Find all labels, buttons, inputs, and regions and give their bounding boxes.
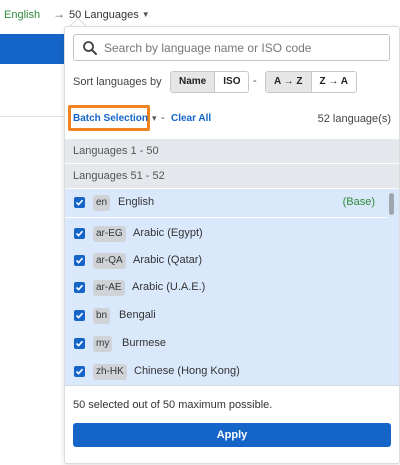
sort-label: Sort languages by <box>73 76 162 88</box>
language-code: my <box>93 336 113 352</box>
sort-by-iso-button[interactable]: ISO <box>214 72 249 92</box>
search-box <box>73 34 390 61</box>
language-name: Bengali <box>119 309 156 321</box>
checkbox[interactable] <box>74 255 85 266</box>
language-count: 52 language(s) <box>317 113 391 125</box>
sort-row: Sort languages by Name ISO - A → Z Z → A <box>73 71 393 93</box>
batch-separator: - <box>161 112 165 124</box>
check-icon <box>75 368 84 375</box>
batch-row: Batch Selection ▾ - Clear All 52 languag… <box>65 104 399 134</box>
language-row[interactable]: my Burmese <box>65 330 387 358</box>
check-icon <box>75 284 84 291</box>
apply-button[interactable]: Apply <box>73 423 391 447</box>
batch-selection-link[interactable]: Batch Selection <box>73 113 148 124</box>
selection-status: 50 selected out of 50 maximum possible. <box>73 399 273 411</box>
language-name: Chinese (Hong Kong) <box>134 365 240 377</box>
language-row[interactable]: ar-AE Arabic (U.A.E.) <box>65 274 387 302</box>
checkbox[interactable] <box>74 228 85 239</box>
language-row[interactable]: ar-EG Arabic (Egypt) <box>65 220 387 248</box>
language-selector-page: English → 50 Languages▼ Sort languages b… <box>0 0 400 465</box>
language-row[interactable]: ar-QA Arabic (Qatar) <box>65 247 387 275</box>
sort-z-a-button[interactable]: Z → A <box>310 72 357 92</box>
language-name: Arabic (U.A.E.) <box>132 281 206 293</box>
divider <box>65 385 399 386</box>
language-row[interactable]: bn Bengali <box>65 302 387 330</box>
language-row[interactable]: en English (Base) <box>65 189 387 218</box>
sort-order-toggle: A → Z Z → A <box>265 71 358 93</box>
language-list: en English (Base) ar-EG Arabic (Egypt) a… <box>65 189 399 385</box>
language-code: en <box>93 195 111 211</box>
search-input[interactable] <box>104 38 384 58</box>
check-icon <box>75 230 84 237</box>
language-name: Burmese <box>122 337 167 349</box>
divider <box>65 217 387 218</box>
check-icon <box>75 199 84 206</box>
list-scrollbar[interactable] <box>389 191 396 381</box>
sort-by-name-button[interactable]: Name <box>171 72 215 92</box>
group-header-1-50[interactable]: Languages 1 - 50 <box>65 139 399 163</box>
languages-dropdown-toggle[interactable]: 50 Languages ▼ <box>69 9 150 21</box>
checkbox[interactable] <box>74 282 85 293</box>
language-code: ar-QA <box>93 253 126 269</box>
language-name: Arabic (Qatar) <box>133 254 203 266</box>
arrow-right-icon: → <box>53 7 65 21</box>
divider <box>0 116 64 117</box>
language-code: ar-EG <box>93 226 126 242</box>
base-badge: (Base) <box>342 196 375 208</box>
language-dropdown-panel: Sort languages by Name ISO - A → Z Z → A… <box>64 26 400 464</box>
language-row[interactable]: zh-HK Chinese (Hong Kong) <box>65 358 387 385</box>
group-header-51-52[interactable]: Languages 51 - 52 <box>65 164 399 188</box>
language-code: zh-HK <box>93 364 127 380</box>
current-language-link[interactable]: English <box>4 9 40 21</box>
language-code: ar-AE <box>93 280 125 296</box>
language-name: Arabic (Egypt) <box>133 227 203 239</box>
checkbox[interactable] <box>74 338 85 349</box>
caret-down-icon: ▼ <box>141 10 150 19</box>
clear-all-link[interactable]: Clear All <box>171 113 211 124</box>
checkbox[interactable] <box>74 197 85 208</box>
check-icon <box>75 312 84 319</box>
caret-down-icon[interactable]: ▾ <box>152 113 157 124</box>
sort-by-toggle: Name ISO <box>170 71 250 93</box>
scrollbar-thumb[interactable] <box>389 193 394 215</box>
check-icon <box>75 340 84 347</box>
sort-a-z-button[interactable]: A → Z <box>266 72 311 92</box>
checkbox[interactable] <box>74 310 85 321</box>
sort-separator: - <box>253 75 257 87</box>
language-name: English <box>118 196 155 208</box>
checkbox[interactable] <box>74 366 85 377</box>
search-icon <box>83 41 97 55</box>
check-icon <box>75 257 84 264</box>
language-code: bn <box>93 308 111 324</box>
